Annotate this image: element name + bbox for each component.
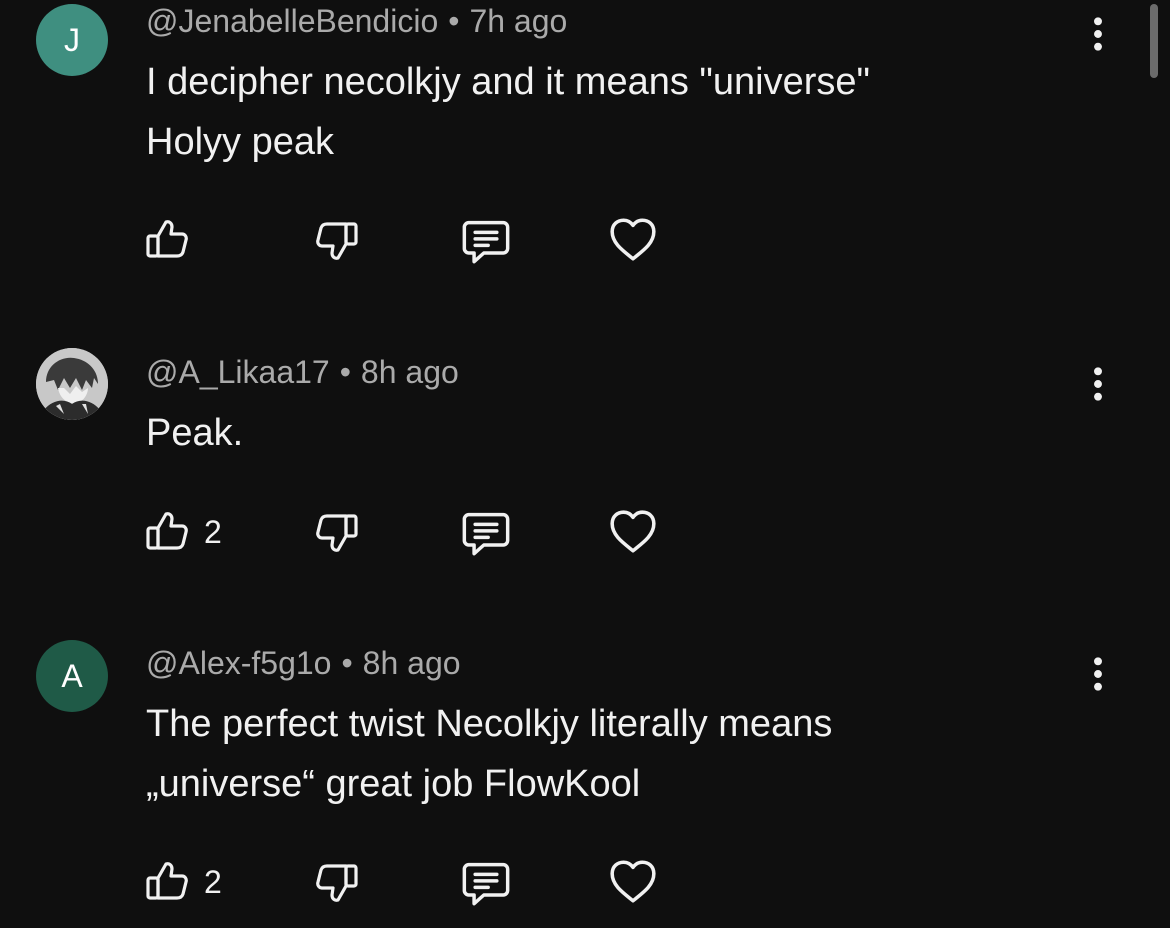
comment-time: 7h ago [469,3,568,39]
like-button[interactable]: 2 [144,502,222,562]
meta-separator: • [339,354,351,390]
heart-icon [608,857,658,907]
scrollbar[interactable] [1150,4,1158,78]
avatar-image [36,348,108,420]
comment-text: Peak. [146,412,244,454]
like-count: 2 [204,864,222,900]
reply-button[interactable] [460,852,512,912]
heart-button[interactable] [608,502,658,562]
dislike-button[interactable] [312,210,360,270]
comment-actions: 2 [0,502,800,562]
more-options-button[interactable] [1080,650,1116,698]
avatar[interactable] [36,348,108,420]
like-count: 2 [204,514,222,550]
avatar[interactable]: J [36,4,108,76]
reply-icon [460,856,512,908]
more-vertical-icon [1090,365,1106,403]
comment-author[interactable]: @Alex-f5g1o [146,645,331,681]
like-button[interactable] [144,210,204,270]
comment-meta: @Alex-f5g1o • 8h ago [146,645,461,681]
meta-separator: • [341,645,353,681]
thumbs-up-icon [144,216,192,264]
avatar-letter: A [61,657,83,694]
comment-meta: @A_Likaa17 • 8h ago [146,354,459,390]
heart-icon [608,507,658,557]
thumbs-down-icon [312,508,360,556]
thumbs-down-icon [312,216,360,264]
heart-button[interactable] [608,210,658,270]
reply-button[interactable] [460,502,512,562]
avatar[interactable]: A [36,640,108,712]
comment-time: 8h ago [362,645,461,681]
avatar-letter: J [64,21,80,58]
more-vertical-icon [1090,15,1106,53]
comment-time: 8h ago [360,354,459,390]
dislike-button[interactable] [312,852,360,912]
thumbs-up-icon [144,508,192,556]
comment-author[interactable]: @JenabelleBendicio [146,3,438,39]
like-button[interactable]: 2 [144,852,222,912]
reply-button[interactable] [460,210,512,270]
comment-text: The perfect twist Necolkjy literally mea… [146,703,833,805]
dislike-button[interactable] [312,502,360,562]
more-options-button[interactable] [1080,360,1116,408]
heart-icon [608,215,658,265]
meta-separator: • [448,3,460,39]
more-vertical-icon [1090,655,1106,693]
thumbs-up-icon [144,858,192,906]
comment-meta: @JenabelleBendicio • 7h ago [146,3,567,39]
comment-author[interactable]: @A_Likaa17 [146,354,330,390]
more-options-button[interactable] [1080,10,1116,58]
reply-icon [460,506,512,558]
comment-text: I decipher necolkjy and it means "univer… [146,61,871,163]
thumbs-down-icon [312,858,360,906]
heart-button[interactable] [608,852,658,912]
reply-icon [460,214,512,266]
comment-actions: 2 [0,852,800,912]
comment-actions [0,210,800,270]
